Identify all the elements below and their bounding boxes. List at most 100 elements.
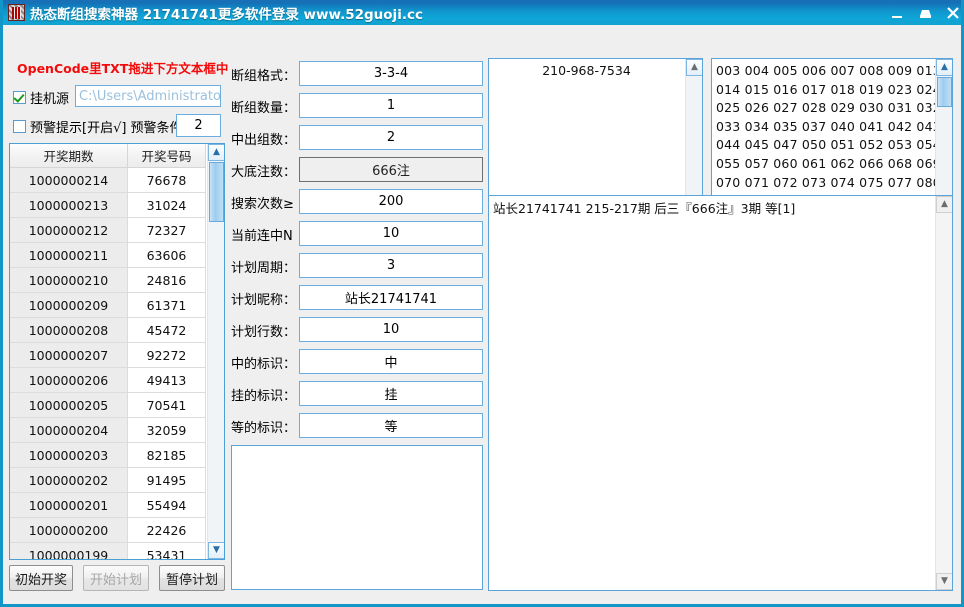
table-cell-period: 1000000201 <box>10 493 128 518</box>
drag-hint-label: OpenCode里TXT拖进下方文本框中 <box>17 61 229 76</box>
table-row[interactable]: 1000000207 92272 <box>10 343 208 368</box>
table-row[interactable]: 1000000209 61371 <box>10 293 208 318</box>
input-group-format[interactable]: 3-3-4 <box>299 61 483 86</box>
codes-panel[interactable]: 003 004 005 006 007 008 009 013 014 015 … <box>711 58 953 213</box>
app-icon <box>8 4 25 21</box>
table-header-cell: 开奖号码 <box>128 144 206 168</box>
table-cell-period: 1000000210 <box>10 268 128 293</box>
drop-target-text: 210-968-7534 <box>542 63 631 78</box>
table-scroll-thumb[interactable] <box>209 162 224 222</box>
input-plan-nickname[interactable]: 站长21741741 <box>299 285 483 310</box>
input-plan-rows[interactable]: 10 <box>299 317 483 342</box>
table-row[interactable]: 1000000214 76678 <box>10 168 208 193</box>
table-row[interactable]: 1000000213 31024 <box>10 193 208 218</box>
minimize-icon[interactable] <box>890 5 905 21</box>
warn-checkbox-row: 预警提示[开启√] 预警条件 <box>13 117 183 136</box>
table-cell-number: 31024 <box>128 193 206 218</box>
table-cell-period: 1000000213 <box>10 193 128 218</box>
init-draw-button[interactable]: 初始开奖 <box>9 565 73 591</box>
warn-condition-input[interactable]: 2 <box>176 114 221 137</box>
table-cell-number: 61371 <box>128 293 206 318</box>
table-cell-period: 1000000200 <box>10 518 128 543</box>
table-row[interactable]: 1000000205 70541 <box>10 393 208 418</box>
close-icon[interactable] <box>946 5 961 21</box>
table-row[interactable]: 1000000201 55494 <box>10 493 208 518</box>
label-wait-mark: 等的标识： <box>231 421 297 436</box>
source-path-input[interactable]: C:\Users\Administrator\D <box>75 85 221 107</box>
table-row[interactable]: 1000000199 53431 <box>10 543 208 559</box>
input-group-count[interactable]: 1 <box>299 93 483 118</box>
window-title: 热态断组搜索神器 21741741更多软件登录 www.52guoji.cc <box>30 6 423 23</box>
input-search-times[interactable]: 200 <box>299 189 483 214</box>
table-cell-period: 1000000207 <box>10 343 128 368</box>
table-cell-period: 1000000214 <box>10 168 128 193</box>
client-area: OpenCode里TXT拖进下方文本框中 挂机源 C:\Users\Admini… <box>3 25 961 604</box>
label-hit-group-count: 中出组数： <box>231 133 297 148</box>
input-hit-mark[interactable]: 中 <box>299 349 483 374</box>
pause-plan-button[interactable]: 暂停计划 <box>159 565 225 591</box>
codes-scroll-up-icon[interactable]: ▲ <box>936 59 952 76</box>
log-panel[interactable]: 站长21741741 215-217期 后三『666注』3期 等[1] ▲ ▼ <box>488 195 953 591</box>
table-cell-number: 82185 <box>128 443 206 468</box>
table-row[interactable]: 1000000200 22426 <box>10 518 208 543</box>
table-cell-period: 1000000208 <box>10 318 128 343</box>
label-plan-nickname: 计划昵称： <box>231 293 297 308</box>
table-cell-period: 1000000199 <box>10 543 128 559</box>
codes-panel-scrollbar[interactable]: ▲ ▼ <box>935 59 952 212</box>
table-cell-period: 1000000204 <box>10 418 128 443</box>
table-scroll-down-icon[interactable]: ▼ <box>208 542 224 559</box>
input-base-bet-count: 666注 <box>299 157 483 182</box>
app-window: 热态断组搜索神器 21741741更多软件登录 www.52guoji.cc O… <box>0 0 964 607</box>
table-cell-number: 55494 <box>128 493 206 518</box>
table-cell-period: 1000000202 <box>10 468 128 493</box>
table-scrollbar[interactable]: ▲ ▼ <box>207 144 224 559</box>
table-cell-number: 53431 <box>128 543 206 559</box>
notes-panel[interactable] <box>231 445 483 590</box>
log-scroll-up-icon[interactable]: ▲ <box>936 196 952 213</box>
label-current-streak: 当前连中N <box>231 229 293 244</box>
log-scroll-down-icon[interactable]: ▼ <box>936 573 952 590</box>
table-row[interactable]: 1000000204 32059 <box>10 418 208 443</box>
log-panel-scrollbar[interactable]: ▲ ▼ <box>935 196 952 590</box>
label-plan-cycle: 计划周期： <box>231 261 297 276</box>
table-cell-number: 22426 <box>128 518 206 543</box>
table-scroll-up-icon[interactable]: ▲ <box>208 144 224 161</box>
table-header-cell: 开奖期数 <box>10 144 128 168</box>
label-search-times: 搜索次数≥ <box>231 197 294 212</box>
log-text: 站长21741741 215-217期 后三『666注』3期 等[1] <box>493 201 796 216</box>
drop-scroll-up-icon[interactable]: ▲ <box>686 59 702 76</box>
table-row[interactable]: 1000000211 63606 <box>10 243 208 268</box>
table-row[interactable]: 1000000203 82185 <box>10 443 208 468</box>
label-group-count: 断组数量： <box>231 101 297 116</box>
drop-target-panel[interactable]: 210-968-7534 ▲ ▼ <box>488 58 703 213</box>
table-cell-number: 45472 <box>128 318 206 343</box>
table-cell-period: 1000000209 <box>10 293 128 318</box>
warn-checkbox-label: 预警提示[开启√] 预警条件 <box>30 121 183 136</box>
table-row[interactable]: 1000000212 72327 <box>10 218 208 243</box>
table-row[interactable]: 1000000208 45472 <box>10 318 208 343</box>
input-plan-cycle[interactable]: 3 <box>299 253 483 278</box>
table-cell-number: 32059 <box>128 418 206 443</box>
codes-scroll-thumb[interactable] <box>937 77 952 107</box>
label-base-bet-count: 大底注数： <box>231 165 297 180</box>
source-checkbox-row: 挂机源 <box>13 88 69 107</box>
table-cell-number: 70541 <box>128 393 206 418</box>
table-row[interactable]: 1000000202 91495 <box>10 468 208 493</box>
input-hit-group-count[interactable]: 2 <box>299 125 483 150</box>
drop-panel-scrollbar[interactable]: ▲ ▼ <box>685 59 702 212</box>
table-cell-number: 92272 <box>128 343 206 368</box>
source-checkbox[interactable] <box>13 91 26 104</box>
label-hit-mark: 中的标识： <box>231 357 297 372</box>
warn-checkbox[interactable] <box>13 120 26 133</box>
input-miss-mark[interactable]: 挂 <box>299 381 483 406</box>
start-plan-button[interactable]: 开始计划 <box>83 565 149 591</box>
table-row[interactable]: 1000000210 24816 <box>10 268 208 293</box>
table-header: 开奖期数 开奖号码 <box>10 144 208 168</box>
input-current-streak[interactable]: 10 <box>299 221 483 246</box>
window-controls <box>890 0 961 25</box>
table-cell-number: 76678 <box>128 168 206 193</box>
table-cell-period: 1000000206 <box>10 368 128 393</box>
maximize-icon[interactable] <box>918 5 933 21</box>
table-row[interactable]: 1000000206 49413 <box>10 368 208 393</box>
input-wait-mark[interactable]: 等 <box>299 413 483 438</box>
